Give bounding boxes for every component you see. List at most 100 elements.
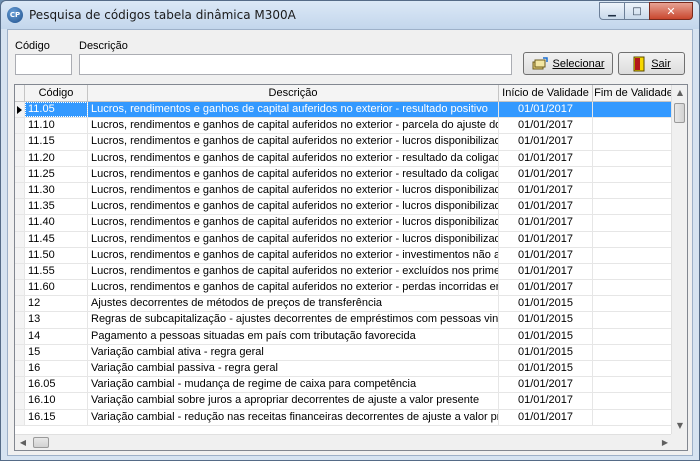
table-row[interactable]: 11.40 Lucros, rendimentos e ganhos de cap… (15, 215, 675, 232)
table-row[interactable]: 11.10 Lucros, rendimentos e ganhos de cap… (15, 118, 675, 135)
table-row[interactable]: 16 Variação cambial passiva - regra geral… (15, 361, 675, 378)
maximize-button[interactable]: □ (624, 2, 650, 20)
grid-rows: 11.05 Lucros, rendimentos e ganhos de cap… (15, 102, 675, 426)
row-indicator-header (15, 85, 25, 101)
row-indicator (15, 296, 25, 312)
table-row[interactable]: 11.25 Lucros, rendimentos e ganhos de cap… (15, 166, 675, 183)
row-indicator (15, 150, 25, 166)
cell-fim-validade (593, 409, 675, 425)
window-controls: ▁ □ ✕ (599, 2, 693, 20)
cell-descricao: Lucros, rendimentos e ganhos de capital … (88, 118, 499, 134)
cell-fim-validade (593, 199, 675, 215)
cell-inicio-validade: 01/01/2017 (499, 247, 593, 263)
cell-fim-validade (593, 312, 675, 328)
table-row[interactable]: 15 Variação cambial ativa - regra geral 01… (15, 344, 675, 361)
vertical-scrollbar[interactable]: ▲ ▼ (671, 85, 687, 434)
cell-fim-validade (593, 377, 675, 393)
cell-codigo: 11.40 (25, 215, 88, 231)
cell-fim-validade (593, 280, 675, 296)
table-row[interactable]: 11.20 Lucros, rendimentos e ganhos de cap… (15, 150, 675, 167)
row-indicator (15, 377, 25, 393)
header-descricao[interactable]: Descrição (88, 85, 499, 101)
table-row[interactable]: 14 Pagamento a pessoas situadas em país c… (15, 328, 675, 345)
table-row[interactable]: 11.15 Lucros, rendimentos e ganhos de cap… (15, 134, 675, 151)
table-row[interactable]: 16.10 Variação cambial sobre juros a apro… (15, 393, 675, 410)
table-row[interactable]: 11.60 Lucros, rendimentos e ganhos de cap… (15, 280, 675, 297)
cell-inicio-validade: 01/01/2015 (499, 361, 593, 377)
cell-inicio-validade: 01/01/2015 (499, 296, 593, 312)
row-indicator (15, 215, 25, 231)
cell-fim-validade (593, 296, 675, 312)
row-indicator (15, 393, 25, 409)
descricao-input[interactable] (79, 54, 512, 75)
table-row[interactable]: 16.15 Variação cambial - redução nas rece… (15, 409, 675, 426)
scroll-up-icon[interactable]: ▲ (672, 85, 687, 101)
app-window: CP Pesquisa de códigos tabela dinâmica M… (0, 0, 700, 461)
exit-button[interactable]: Sair (618, 52, 685, 75)
row-indicator (15, 280, 25, 296)
cell-inicio-validade: 01/01/2017 (499, 377, 593, 393)
cell-codigo: 13 (25, 312, 88, 328)
current-row-arrow-icon (17, 106, 22, 114)
table-row[interactable]: 13 Regras de subcapitalização - ajustes d… (15, 312, 675, 329)
cell-inicio-validade: 01/01/2017 (499, 215, 593, 231)
table-row[interactable]: 11.50 Lucros, rendimentos e ganhos de cap… (15, 247, 675, 264)
cell-descricao: Lucros, rendimentos e ganhos de capital … (88, 280, 499, 296)
cell-codigo: 11.60 (25, 280, 88, 296)
scroll-left-icon[interactable]: ◀ (15, 435, 31, 450)
minimize-button[interactable]: ▁ (599, 2, 625, 20)
close-button[interactable]: ✕ (649, 2, 693, 20)
table-row[interactable]: 12 Ajustes decorrentes de métodos de preç… (15, 296, 675, 313)
cell-descricao: Variação cambial - mudança de regime de … (88, 377, 499, 393)
dialog-body: Código Descrição Selecionar Sair Código … (7, 29, 693, 456)
row-indicator (15, 312, 25, 328)
cell-inicio-validade: 01/01/2017 (499, 166, 593, 182)
header-codigo[interactable]: Código (25, 85, 88, 101)
codes-grid[interactable]: Código Descrição Início de Validade Fim … (14, 84, 688, 451)
cell-codigo: 11.15 (25, 134, 88, 150)
row-indicator (15, 199, 25, 215)
cell-fim-validade (593, 118, 675, 134)
select-button[interactable]: Selecionar (523, 52, 613, 75)
cell-fim-validade (593, 150, 675, 166)
cell-fim-validade (593, 263, 675, 280)
row-indicator (15, 134, 25, 150)
cell-fim-validade (593, 215, 675, 231)
cell-inicio-validade: 01/01/2017 (499, 231, 593, 247)
cell-descricao: Regras de subcapitalização - ajustes dec… (88, 312, 499, 328)
table-row[interactable]: 11.45 Lucros, rendimentos e ganhos de cap… (15, 231, 675, 248)
cell-descricao: Variação cambial passiva - regra geral (88, 361, 499, 377)
cell-fim-validade (593, 361, 675, 377)
vertical-scroll-thumb[interactable] (674, 103, 685, 123)
horizontal-scroll-thumb[interactable] (33, 437, 49, 448)
table-row[interactable]: 11.55 Lucros, rendimentos e ganhos de cap… (15, 263, 675, 281)
header-fim-validade[interactable]: Fim de Validade (593, 85, 675, 101)
title-bar[interactable]: CP Pesquisa de códigos tabela dinâmica M… (1, 1, 699, 29)
select-icon (532, 56, 548, 69)
cell-fim-validade (593, 344, 675, 360)
select-button-label: Selecionar (552, 57, 605, 70)
scrollbar-corner (671, 434, 687, 450)
codigo-input[interactable] (15, 54, 72, 75)
cell-fim-validade (593, 231, 675, 247)
table-row[interactable]: 11.35 Lucros, rendimentos e ganhos de cap… (15, 199, 675, 216)
row-indicator (15, 361, 25, 377)
cell-fim-validade (593, 102, 675, 118)
header-inicio-validade[interactable]: Início de Validade (499, 85, 593, 101)
cell-descricao: Lucros, rendimentos e ganhos de capital … (88, 182, 499, 199)
cell-inicio-validade: 01/01/2017 (499, 102, 593, 118)
horizontal-scrollbar[interactable]: ◀ ▶ (15, 434, 673, 450)
table-row[interactable]: 16.05 Variação cambial - mudança de regim… (15, 377, 675, 394)
cell-codigo: 11.20 (25, 150, 88, 166)
cell-codigo: 16.15 (25, 409, 88, 425)
window-title: Pesquisa de códigos tabela dinâmica M300… (29, 8, 296, 22)
cell-codigo: 11.10 (25, 118, 88, 134)
exit-door-icon (633, 56, 645, 71)
cell-inicio-validade: 01/01/2015 (499, 328, 593, 344)
table-row[interactable]: 11.30 Lucros, rendimentos e ganhos de cap… (15, 182, 675, 200)
cell-codigo: 11.35 (25, 199, 88, 215)
scroll-down-icon[interactable]: ▼ (672, 418, 687, 434)
row-indicator (15, 231, 25, 247)
row-indicator (15, 118, 25, 134)
table-row[interactable]: 11.05 Lucros, rendimentos e ganhos de cap… (15, 102, 675, 119)
